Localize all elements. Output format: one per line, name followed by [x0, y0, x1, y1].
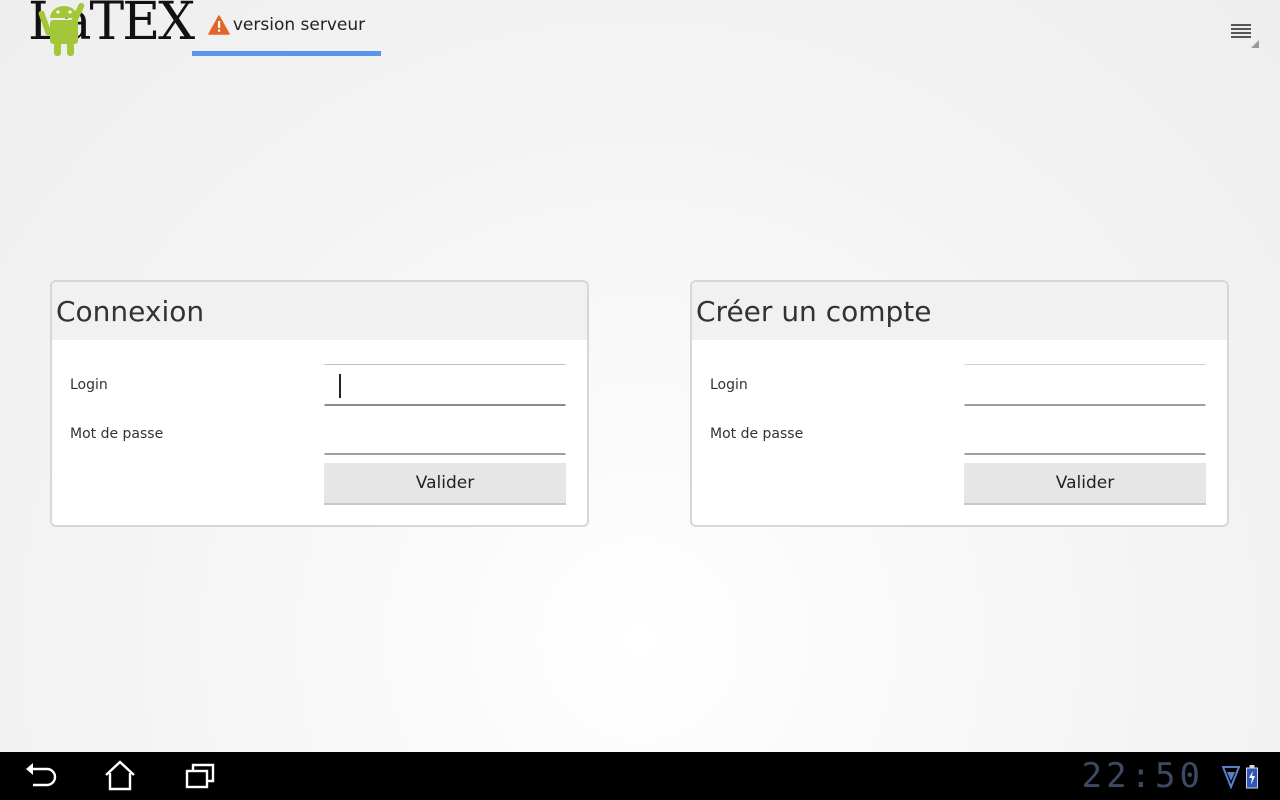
action-bar: LaTEX version serveur: [0, 0, 1280, 64]
overflow-menu-button[interactable]: [1222, 12, 1266, 52]
tab-label: version serveur: [232, 14, 366, 35]
battery-icon: [1246, 765, 1258, 789]
status-icons: [1222, 762, 1266, 792]
recent-apps-button[interactable]: [174, 758, 226, 794]
signup-password-label: Mot de passe: [710, 426, 804, 442]
wifi-icon: [1222, 766, 1240, 789]
back-button[interactable]: [14, 758, 66, 794]
password-label: Mot de passe: [70, 426, 164, 442]
android-icon: [38, 2, 85, 56]
password-input[interactable]: [324, 413, 566, 455]
clock: 22:50: [1081, 756, 1204, 796]
login-label: Login: [70, 377, 108, 393]
signup-submit-button[interactable]: Valider: [964, 463, 1206, 505]
home-icon: [105, 760, 135, 791]
login-input[interactable]: [324, 364, 566, 406]
warning-icon: [208, 14, 230, 35]
signup-panel-title: Créer un compte: [692, 282, 1227, 340]
login-panel-title: Connexion: [52, 282, 587, 340]
signup-login-label: Login: [710, 377, 748, 393]
signup-panel: Créer un compte Login Mot de passe Valid…: [690, 280, 1229, 527]
login-submit-button[interactable]: Valider: [324, 463, 566, 505]
signup-password-input[interactable]: [964, 413, 1206, 455]
signup-login-input[interactable]: [964, 364, 1206, 406]
recent-apps-icon: [185, 763, 215, 789]
text-cursor: [339, 374, 341, 398]
login-panel: Connexion Login Mot de passe Valider: [50, 280, 589, 527]
overflow-menu-icon: [1231, 24, 1259, 48]
home-button[interactable]: [94, 758, 146, 794]
system-bar: 22:50: [0, 752, 1280, 800]
app-logo: LaTEX: [24, 0, 195, 60]
tab-version-serveur[interactable]: version serveur: [192, 0, 381, 56]
back-icon: [26, 763, 57, 787]
